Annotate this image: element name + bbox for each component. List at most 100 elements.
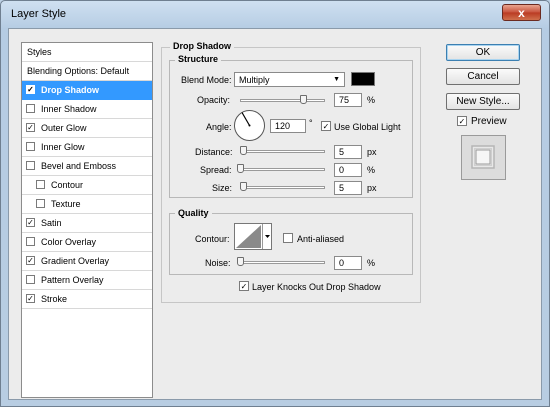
noise-slider-thumb[interactable] xyxy=(237,257,244,266)
style-item-label: Gradient Overlay xyxy=(41,256,110,266)
spread-slider-track[interactable] xyxy=(240,168,325,171)
check-icon: ✓ xyxy=(322,122,330,131)
contour-label: Contour: xyxy=(195,234,230,244)
use-global-light-label: Use Global Light xyxy=(334,122,401,132)
distance-input[interactable]: 5 xyxy=(334,145,362,159)
style-item[interactable]: Bevel and Emboss xyxy=(22,157,152,176)
styles-list-header[interactable]: Blending Options: Default xyxy=(22,62,152,81)
layer-knocks-out-label: Layer Knocks Out Drop Shadow xyxy=(252,282,381,292)
style-preview-thumbnail xyxy=(461,135,506,180)
opacity-unit: % xyxy=(367,95,376,105)
title-bar[interactable]: Layer Style x xyxy=(1,1,549,27)
style-checkbox[interactable]: ✓ xyxy=(26,294,35,303)
style-item-label: Styles xyxy=(27,47,52,57)
opacity-input[interactable]: 75 xyxy=(334,93,362,107)
noise-input[interactable]: 0 xyxy=(334,256,362,270)
contour-picker[interactable] xyxy=(234,223,272,250)
dialog-title: Layer Style xyxy=(11,8,67,20)
styles-list: Styles Blending Options: Default ✓ Drop Sha… xyxy=(21,42,153,398)
style-item[interactable]: Contour xyxy=(22,176,152,195)
opacity-slider-track[interactable] xyxy=(240,99,325,102)
style-item[interactable]: Inner Glow xyxy=(22,138,152,157)
style-checkbox[interactable] xyxy=(36,199,45,208)
size-input[interactable]: 5 xyxy=(334,181,362,195)
style-item[interactable]: Color Overlay xyxy=(22,233,152,252)
anti-aliased-label: Anti-aliased xyxy=(297,234,345,244)
style-item-label: Inner Glow xyxy=(41,142,85,152)
style-item-label: Texture xyxy=(51,199,81,209)
style-item-label: Pattern Overlay xyxy=(41,275,104,285)
distance-label: Distance: xyxy=(195,147,233,157)
style-checkbox[interactable] xyxy=(26,275,35,284)
close-icon: x xyxy=(518,6,525,20)
styles-list-header[interactable]: Styles xyxy=(22,43,152,62)
style-item-label: Color Overlay xyxy=(41,237,97,247)
new-style-button[interactable]: New Style... xyxy=(446,93,520,110)
angle-label: Angle: xyxy=(206,122,232,132)
preview-label: Preview xyxy=(471,116,507,127)
preview-checkbox[interactable]: ✓ xyxy=(457,116,467,126)
check-icon: ✓ xyxy=(240,282,248,291)
distance-unit: px xyxy=(367,147,377,157)
style-item-label: Contour xyxy=(51,180,84,190)
style-checkbox[interactable]: ✓ xyxy=(26,218,35,227)
check-icon: ✓ xyxy=(458,117,466,126)
layer-style-dialog: Layer Style x Styles Blending Options: De… xyxy=(0,0,550,407)
blend-mode-select[interactable]: Multiply ▼ xyxy=(234,72,345,87)
spread-unit: % xyxy=(367,165,376,175)
style-checkbox[interactable] xyxy=(36,180,45,189)
spread-input[interactable]: 0 xyxy=(334,163,362,177)
distance-slider-track[interactable] xyxy=(240,150,325,153)
quality-title: Quality xyxy=(175,208,212,218)
style-item[interactable]: Inner Shadow xyxy=(22,100,152,119)
style-item-label: Outer Glow xyxy=(41,123,87,133)
cancel-button[interactable]: Cancel xyxy=(446,68,520,85)
angle-unit: ° xyxy=(309,118,313,128)
angle-dial[interactable] xyxy=(233,109,266,142)
style-item[interactable]: ✓ Outer Glow xyxy=(22,119,152,138)
use-global-light-checkbox[interactable]: ✓ xyxy=(321,121,331,131)
size-label: Size: xyxy=(212,183,233,193)
style-item-label: Drop Shadow xyxy=(41,85,99,95)
preview-swatch-icon xyxy=(471,145,495,169)
style-checkbox[interactable] xyxy=(26,237,35,246)
angle-input[interactable]: 120 xyxy=(270,119,306,133)
close-button[interactable]: x xyxy=(502,4,541,21)
size-slider-track[interactable] xyxy=(240,186,325,189)
style-item-label: Inner Shadow xyxy=(41,104,97,114)
size-unit: px xyxy=(367,183,377,193)
dialog-body: Styles Blending Options: Default ✓ Drop Sha… xyxy=(8,28,542,400)
noise-label: Noise: xyxy=(205,258,231,268)
style-item[interactable]: ✓ Stroke xyxy=(22,290,152,309)
blend-mode-label: Blend Mode: xyxy=(181,75,232,85)
opacity-label: Opacity: xyxy=(197,95,231,105)
opacity-slider-thumb[interactable] xyxy=(299,95,307,104)
blend-mode-value: Multiply xyxy=(239,75,270,85)
shadow-color-swatch[interactable] xyxy=(351,72,375,86)
layer-knocks-out-checkbox[interactable]: ✓ xyxy=(239,281,249,291)
style-checkbox[interactable] xyxy=(26,161,35,170)
anti-aliased-checkbox[interactable] xyxy=(283,233,293,243)
style-item[interactable]: Texture xyxy=(22,195,152,214)
style-item[interactable]: ✓ Satin xyxy=(22,214,152,233)
ok-button[interactable]: OK xyxy=(446,44,520,61)
style-item-label: Bevel and Emboss xyxy=(41,161,117,171)
style-checkbox[interactable]: ✓ xyxy=(26,123,35,132)
distance-slider-thumb[interactable] xyxy=(240,146,247,155)
style-item[interactable]: Pattern Overlay xyxy=(22,271,152,290)
chevron-down-icon: ▼ xyxy=(333,76,340,83)
style-item-label: Blending Options: Default xyxy=(27,66,130,76)
style-item[interactable]: ✓ Drop Shadow xyxy=(22,81,152,100)
style-item-label: Satin xyxy=(41,218,62,228)
drop-shadow-title: Drop Shadow xyxy=(170,41,234,51)
style-checkbox[interactable] xyxy=(26,104,35,113)
style-checkbox[interactable] xyxy=(26,142,35,151)
style-item[interactable]: ✓ Gradient Overlay xyxy=(22,252,152,271)
noise-slider-track[interactable] xyxy=(240,261,325,264)
size-slider-thumb[interactable] xyxy=(240,182,247,191)
noise-unit: % xyxy=(367,258,376,268)
style-checkbox[interactable]: ✓ xyxy=(26,256,35,265)
style-checkbox[interactable]: ✓ xyxy=(26,85,35,94)
spread-slider-thumb[interactable] xyxy=(237,164,244,173)
style-item-label: Stroke xyxy=(41,294,68,304)
